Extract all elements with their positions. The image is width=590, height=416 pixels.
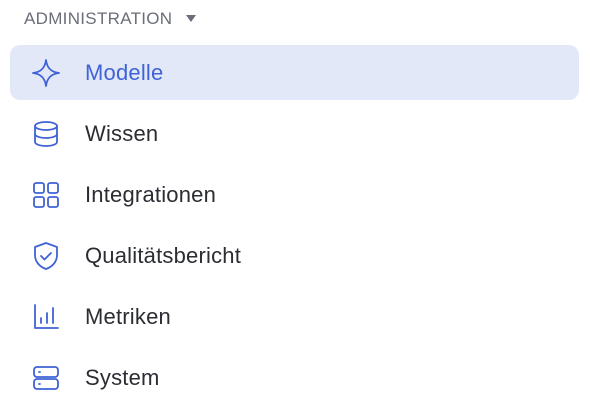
database-icon: [29, 117, 63, 151]
nav-item-metriken[interactable]: Metriken: [10, 289, 579, 344]
admin-sidebar: ADMINISTRATION Modelle Wissen Integratio…: [0, 0, 590, 416]
nav-item-wissen[interactable]: Wissen: [10, 106, 579, 161]
nav-item-qualitaetsbericht[interactable]: Qualitätsbericht: [10, 228, 579, 283]
nav-item-label: Metriken: [85, 303, 171, 329]
nav-item-label: Modelle: [85, 59, 164, 85]
caret-down-icon: [186, 14, 197, 24]
bar-chart-icon: [29, 300, 63, 334]
nav-item-label: Wissen: [85, 120, 159, 146]
nav-item-label: System: [85, 364, 160, 390]
shield-check-icon: [29, 239, 63, 273]
nav-item-integrationen[interactable]: Integrationen: [10, 167, 579, 222]
grid-icon: [29, 178, 63, 212]
nav-item-label: Qualitätsbericht: [85, 242, 242, 268]
section-header-administration[interactable]: ADMINISTRATION: [24, 6, 197, 32]
nav-item-modelle[interactable]: Modelle: [10, 45, 579, 100]
sparkle-icon: [29, 56, 63, 90]
section-title: ADMINISTRATION: [24, 9, 173, 28]
nav-item-label: Integrationen: [85, 181, 217, 207]
nav-list: Modelle Wissen Integrationen Qualitätsbe…: [10, 45, 579, 411]
server-icon: [29, 361, 63, 395]
nav-item-system[interactable]: System: [10, 350, 579, 405]
